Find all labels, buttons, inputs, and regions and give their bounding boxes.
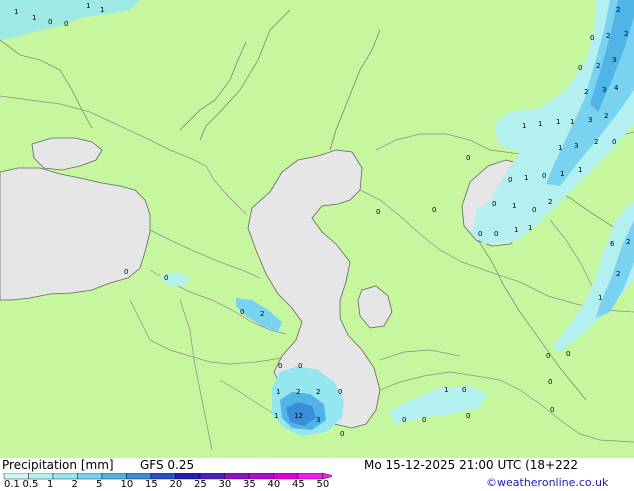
legend-tick-label: 20: [169, 479, 183, 490]
map-value: 1: [512, 202, 516, 210]
legend-tick-label: 10: [120, 479, 134, 490]
map-value: 0: [566, 350, 570, 358]
map-value: 2: [548, 198, 552, 206]
map-value: 0: [466, 154, 470, 162]
legend-tick-label: 30: [218, 479, 232, 490]
map-value: 0: [376, 208, 380, 216]
legend-tick-label: 5: [96, 479, 103, 490]
map-value: 1: [578, 166, 582, 174]
map-value: 1: [556, 118, 560, 126]
map-value: 2: [616, 270, 620, 278]
map-value: 0: [494, 230, 498, 238]
map-value: 1: [274, 412, 278, 420]
legend-tick-label: 0.5: [22, 479, 39, 490]
map-value: 6: [610, 240, 615, 248]
map-value: 2: [624, 30, 628, 38]
map-value: 1: [444, 386, 448, 394]
precipitation-map: 1 1 0 1 1 0 2 0 2 2 3 0 2 4 3 2 1 1 1 1 …: [0, 0, 634, 458]
map-value: 3: [574, 142, 578, 150]
map-value: 2: [260, 310, 264, 318]
map-value: 1: [538, 120, 542, 128]
map-value: 2: [604, 112, 608, 120]
map-value: 0: [48, 18, 52, 26]
map-value: 1: [86, 2, 90, 10]
map-value: 0: [124, 268, 128, 276]
legend-tick-label: 45: [292, 479, 305, 490]
map-value: 1: [14, 8, 18, 16]
map-value: 0: [338, 388, 342, 396]
map-value: 3: [316, 416, 320, 424]
map-value: 1: [100, 6, 104, 14]
map-value: 0: [298, 362, 302, 370]
map-canvas: 1 1 0 1 1 0 2 0 2 2 3 0 2 4 3 2 1 1 1 1 …: [0, 0, 634, 458]
map-value: 2: [616, 6, 620, 14]
map-value: 0: [612, 138, 616, 146]
map-footer: Precipitation [mm] GFS 0.25 Mo 15-12-202…: [0, 458, 634, 490]
map-value: 1: [524, 174, 528, 182]
map-value: 1: [522, 122, 526, 130]
map-value: 1: [514, 226, 518, 234]
map-value: 2: [594, 138, 598, 146]
map-value: 0: [340, 430, 344, 438]
legend-tick-label: 50: [316, 479, 330, 490]
map-value: 0: [542, 172, 546, 180]
legend-tick-label: 15: [145, 479, 158, 490]
map-value: 2: [626, 238, 630, 246]
map-value: 0: [550, 406, 554, 414]
map-value: 1: [32, 14, 36, 22]
legend-tick-label: 1: [47, 479, 54, 490]
map-value: 0: [532, 206, 536, 214]
map-value: 0: [578, 64, 582, 72]
map-value: 0: [164, 274, 168, 282]
map-value: 0: [508, 176, 512, 184]
map-value: 0: [278, 362, 282, 370]
map-value: 2: [316, 388, 320, 396]
valid-time: Mo 15-12-2025 21:00 UTC (18+222: [364, 458, 578, 472]
map-value: 4: [614, 84, 619, 92]
legend-tick-label: 40: [267, 479, 281, 490]
map-value: 2: [596, 62, 600, 70]
product-title: Precipitation [mm]: [2, 458, 114, 472]
model-name: GFS 0.25: [140, 458, 195, 472]
map-value: 1: [598, 294, 602, 302]
map-value: 0: [590, 34, 594, 42]
map-value: 0: [462, 386, 466, 394]
map-value: 12: [294, 412, 303, 420]
map-value: 0: [422, 416, 426, 424]
legend-tick-label: 25: [194, 479, 207, 490]
map-value: 1: [528, 224, 532, 232]
map-value: 0: [432, 206, 436, 214]
map-value: 0: [478, 230, 482, 238]
map-value: 3: [602, 86, 606, 94]
map-value: 0: [402, 416, 406, 424]
map-value: 1: [570, 118, 574, 126]
legend-tick-label: 2: [71, 479, 78, 490]
map-value: 3: [588, 116, 592, 124]
map-value: 0: [240, 308, 244, 316]
map-value: 1: [560, 170, 564, 178]
legend-tick-label: 35: [243, 479, 256, 490]
map-value: 2: [296, 388, 300, 396]
map-value: 0: [548, 378, 552, 386]
map-value: 0: [492, 200, 496, 208]
map-value: 0: [466, 412, 470, 420]
legend-tick-label: 0.1: [4, 479, 20, 490]
map-value: 3: [612, 56, 616, 64]
map-value: 1: [558, 144, 562, 152]
map-value: 1: [276, 388, 280, 396]
map-value: 2: [584, 88, 588, 96]
map-value: 2: [606, 32, 610, 40]
map-value: 0: [546, 352, 550, 360]
credit-link[interactable]: ©weatheronline.co.uk: [486, 476, 608, 489]
legend-ticks: 0.1 0.5 1 2 5 10 15 20 25 30 35 40 45 50: [0, 479, 340, 491]
map-value: 0: [64, 20, 68, 28]
